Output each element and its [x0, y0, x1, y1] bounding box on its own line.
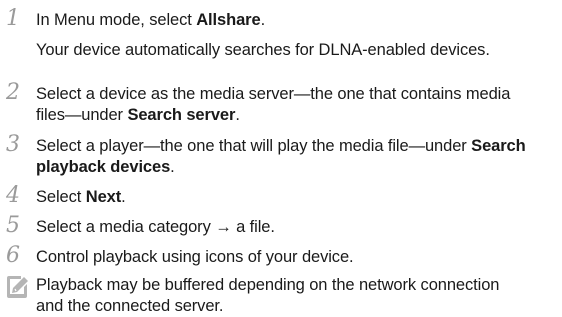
step-text-part: . — [170, 158, 175, 176]
step-line: Your device automatically searches for D… — [36, 40, 556, 61]
step-line: In Menu mode, select Allshare. — [36, 10, 556, 31]
step-text-part: Select a player—the one that will play t… — [36, 137, 472, 155]
step-text-part: Select a media category → a file. — [36, 218, 275, 236]
step-number: 2 — [6, 80, 20, 105]
step-text: In Menu mode, select Allshare. Your devi… — [36, 10, 556, 61]
step-line: Control playback using icons of your dev… — [36, 247, 556, 268]
step-line: files—under Search server. — [36, 105, 556, 126]
menu-item-search-server: Search server — [127, 106, 236, 124]
instruction-page: 1 In Menu mode, select Allshare. Your de… — [0, 0, 562, 316]
step-line: Select a media category → a file. — [36, 217, 556, 238]
step-text: Select a device as the media server—the … — [36, 84, 556, 126]
step-text-part: In Menu mode, select — [36, 11, 197, 29]
step-text: Control playback using icons of your dev… — [36, 247, 556, 268]
menu-item-allshare: Allshare — [196, 11, 261, 29]
step-text-part: files—under — [36, 106, 128, 124]
note-text: Playback may be buffered depending on th… — [36, 275, 556, 317]
step-number: 4 — [6, 183, 20, 208]
step-text-part: . — [235, 106, 240, 124]
step-text-part: Your device automatically searches for D… — [36, 41, 490, 59]
menu-item-search-playback: Search — [471, 137, 526, 155]
menu-item-playback-devices: playback devices — [36, 158, 171, 176]
step-line: Select a device as the media server—the … — [36, 84, 556, 105]
step-text-part: Select — [36, 188, 86, 206]
step-text: Select a media category → a file. — [36, 217, 556, 238]
step-number: 6 — [6, 243, 20, 268]
step-text: Select a player—the one that will play t… — [36, 136, 556, 178]
step-line: Select Next. — [36, 187, 556, 208]
note-line: Playback may be buffered depending on th… — [36, 276, 500, 294]
step-text-part: Select a device as the media server—the … — [36, 85, 511, 103]
step-text: Select Next. — [36, 187, 556, 208]
step-number: 5 — [6, 213, 20, 238]
step-number: 3 — [6, 132, 20, 157]
note-pencil-icon — [4, 274, 30, 300]
menu-item-next: Next — [85, 188, 122, 206]
step-text-part: Control playback using icons of your dev… — [36, 248, 354, 266]
step-line: playback devices. — [36, 157, 556, 178]
note-line: and the connected server. — [36, 297, 224, 315]
step-line: Select a player—the one that will play t… — [36, 136, 556, 157]
step-text-part: . — [121, 188, 126, 206]
step-number: 1 — [6, 6, 20, 31]
step-text-part: . — [260, 11, 266, 29]
